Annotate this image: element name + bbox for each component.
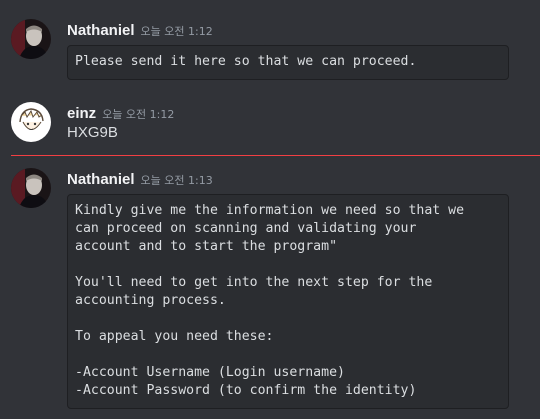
message-header: Nathaniel 오늘 오전 1:13 — [67, 169, 213, 188]
code-block: Kindly give me the information we need s… — [67, 194, 509, 409]
timestamp: 오늘 오전 1:13 — [140, 174, 213, 187]
einz-avatar[interactable] — [11, 102, 51, 142]
message-header: Nathaniel 오늘 오전 1:12 — [67, 20, 213, 39]
message-text: HXG9B — [67, 124, 118, 141]
avatar-photo-icon — [11, 19, 51, 59]
nathaniel-avatar[interactable] — [11, 19, 51, 59]
username[interactable]: Nathaniel — [67, 22, 135, 39]
avatar-drawing-icon — [11, 102, 51, 142]
username[interactable]: einz — [67, 105, 96, 122]
username[interactable]: Nathaniel — [67, 171, 135, 188]
new-messages-divider — [11, 155, 540, 156]
timestamp: 오늘 오전 1:12 — [140, 25, 213, 38]
message-header: einz 오늘 오전 1:12 — [67, 103, 174, 122]
timestamp: 오늘 오전 1:12 — [102, 108, 175, 121]
code-block: Please send it here so that we can proce… — [67, 45, 509, 80]
avatar-photo-icon — [11, 168, 51, 208]
nathaniel-avatar[interactable] — [11, 168, 51, 208]
